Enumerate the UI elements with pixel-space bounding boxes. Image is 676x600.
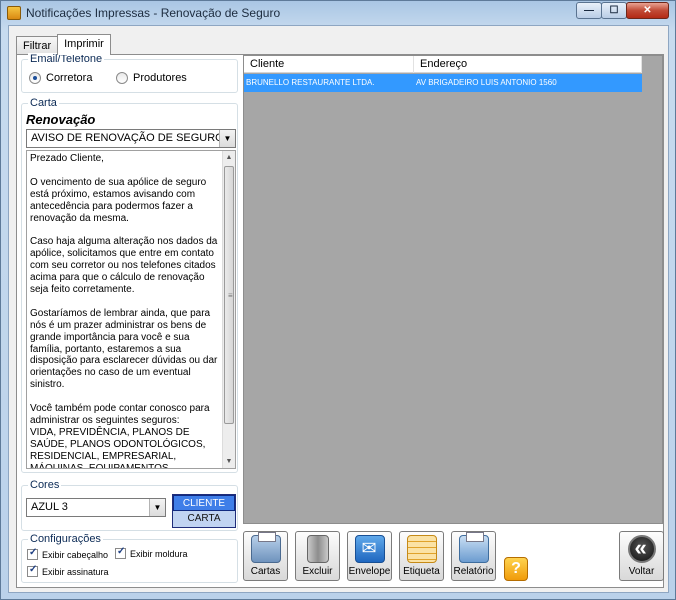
scroll-up-icon[interactable]: ▲ [223,151,235,164]
trash-icon [306,535,329,563]
relatorio-label: Relatório [453,566,494,577]
printer-icon [250,532,281,563]
column-header-endereco[interactable]: Endereço [414,56,642,73]
title-bar[interactable]: Notificações Impressas - Renovação de Se… [1,1,675,25]
maximize-button[interactable]: ☐ [601,2,627,19]
carta-legend: Carta [28,97,59,109]
cartas-button[interactable]: Cartas [243,531,288,581]
clients-grid[interactable]: Cliente Endereço BRUNELLO RESTAURANTE LT… [243,55,663,524]
radio-corretora[interactable]: Corretora [29,72,92,84]
cores-legend: Cores [28,479,62,491]
radio-corretora-label: Corretora [46,72,93,84]
grid-header: Cliente Endereço [244,56,642,73]
radio-corretora-indicator[interactable] [29,72,41,84]
help-button[interactable]: ? [504,557,528,581]
envelope-icon [354,535,385,563]
color-select-value: AZUL 3 [31,501,68,513]
carta-title: Renovação [26,112,96,127]
letter-scrollbar[interactable]: ▲ ≡ ▼ [222,151,235,468]
back-arrow-icon [627,535,656,563]
client-area: Filtrar Imprimir Email/Telefone Corretor… [8,25,669,593]
email-telefone-group: Email/Telefone Corretora Produtores [21,53,238,93]
letter-body-text[interactable]: Prezado Cliente, O vencimento de sua apó… [30,153,221,468]
chevron-down-icon[interactable]: ▼ [149,499,165,516]
radio-produtores[interactable]: Produtores [116,72,187,84]
chevron-down-icon[interactable]: ▼ [219,130,235,147]
check-exibir-moldura[interactable]: Exibir moldura [115,546,188,559]
color-target-cliente[interactable]: CLIENTE [173,495,235,511]
etiqueta-label: Etiqueta [403,566,440,577]
envelope-label: Envelope [348,566,391,577]
relatorio-button[interactable]: Relatório [451,531,496,581]
tab-panel-imprimir: Email/Telefone Corretora Produtores Cart… [16,53,664,588]
minimize-button[interactable]: — [576,2,602,19]
letter-body-textbox[interactable]: Prezado Cliente, O vencimento de sua apó… [26,150,236,469]
radio-produtores-indicator[interactable] [116,72,128,84]
voltar-button[interactable]: Voltar [619,531,664,581]
check-exibir-moldura-box[interactable] [115,546,126,559]
check-exibir-assinatura[interactable]: Exibir assinatura [27,564,109,577]
app-icon [7,6,21,20]
color-select[interactable]: AZUL 3 ▼ [26,498,166,517]
configuracoes-group: Configurações Exibir cabeçalho Exibir mo… [21,533,238,583]
cell-cliente[interactable]: BRUNELLO RESTAURANTE LTDA. [244,74,414,92]
color-target-carta[interactable]: CARTA [173,511,235,527]
close-button[interactable]: ✕ [626,2,669,19]
cores-group: Cores AZUL 3 ▼ CLIENTE CARTA [21,479,238,531]
cartas-label: Cartas [250,566,281,577]
check-exibir-cabecalho[interactable]: Exibir cabeçalho [27,547,109,560]
carta-group: Carta Renovação AVISO DE RENOVAÇÃO DE SE… [21,97,238,473]
check-exibir-cabecalho-label: Exibir cabeçalho [42,549,109,560]
check-exibir-assinatura-label: Exibir assinatura [42,566,109,577]
letter-select-value: AVISO DE RENOVAÇÃO DE SEGURO [31,132,224,144]
letter-select[interactable]: AVISO DE RENOVAÇÃO DE SEGURO ▼ [26,129,236,148]
table-row[interactable]: BRUNELLO RESTAURANTE LTDA. AV BRIGADEIRO… [244,74,642,92]
excluir-button[interactable]: Excluir [295,531,340,581]
scroll-down-icon[interactable]: ▼ [223,455,235,468]
cell-endereco[interactable]: AV BRIGADEIRO LUIS ANTONIO 1560 [414,74,642,92]
check-exibir-moldura-label: Exibir moldura [130,548,188,559]
configuracoes-legend: Configurações [28,533,103,545]
main-window: Notificações Impressas - Renovação de Se… [0,0,676,600]
excluir-label: Excluir [302,566,333,577]
check-exibir-assinatura-box[interactable] [27,564,38,577]
envelope-button[interactable]: Envelope [347,531,392,581]
check-exibir-cabecalho-box[interactable] [27,547,38,560]
voltar-label: Voltar [628,566,655,577]
report-printer-icon [458,532,489,563]
etiqueta-button[interactable]: Etiqueta [399,531,444,581]
scroll-thumb[interactable]: ≡ [224,166,234,424]
color-target-list[interactable]: CLIENTE CARTA [172,494,236,528]
tab-imprimir[interactable]: Imprimir [57,34,111,55]
radio-produtores-label: Produtores [133,72,187,84]
label-sheet-icon [406,535,437,563]
column-header-cliente[interactable]: Cliente [244,56,414,73]
window-title: Notificações Impressas - Renovação de Se… [26,6,281,20]
